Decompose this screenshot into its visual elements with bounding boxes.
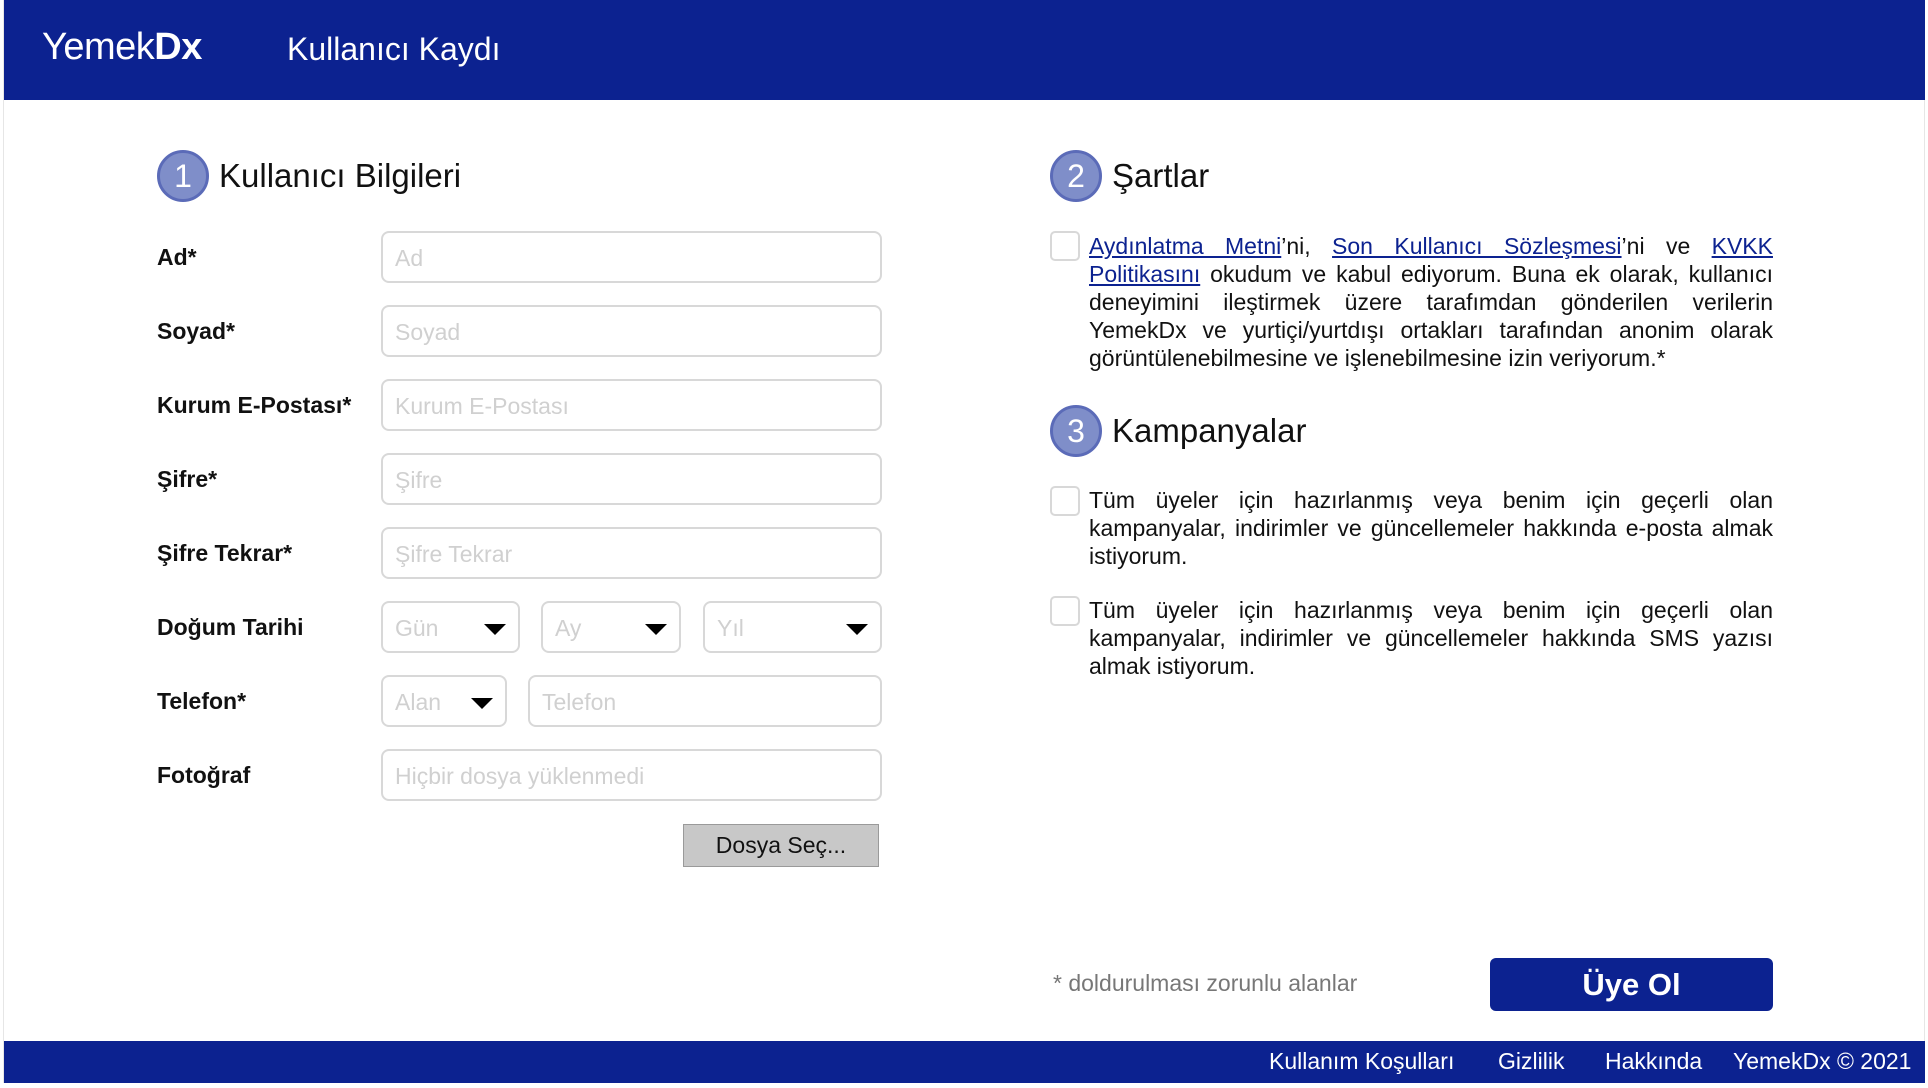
soyad-label: Soyad* (157, 318, 235, 344)
app-header: YemekDx Kullanıcı Kaydı (4, 0, 1925, 100)
birth-year-select[interactable]: Yıl (703, 601, 882, 653)
photo-placeholder: Hiçbir dosya yüklenmedi (395, 763, 645, 789)
page-title: Kullanıcı Kaydı (287, 31, 501, 67)
password-input[interactable]: Şifre (381, 453, 882, 505)
password-label: Şifre* (157, 466, 218, 492)
section-terms-heading: 2 Şartlar (1050, 150, 1209, 202)
email-input[interactable]: Kurum E-Postası (381, 379, 882, 431)
footer-privacy-link[interactable]: Gizlilik (1498, 1048, 1564, 1075)
step-2-badge: 2 (1050, 150, 1102, 202)
birthdate-label: Doğum Tarihi (157, 614, 304, 640)
ad-input[interactable]: Ad (381, 231, 882, 283)
email-label: Kurum E-Postası* (157, 392, 352, 418)
phone-area-select[interactable]: Alan (381, 675, 507, 727)
email-consent-text: Tüm üyeler için hazırlanmış veya benim i… (1089, 487, 1773, 569)
birth-year-placeholder: Yıl (717, 615, 744, 641)
step-1-badge: 1 (157, 150, 209, 202)
password-repeat-label: Şifre Tekrar* (157, 540, 293, 566)
birth-month-placeholder: Ay (555, 615, 582, 641)
birth-day-select[interactable]: Gün (381, 601, 520, 653)
soyad-input[interactable]: Soyad (381, 305, 882, 357)
phone-placeholder: Telefon (542, 689, 617, 715)
chevron-down-icon (484, 624, 506, 635)
sms-consent-text: Tüm üyeler için hazırlanmış veya benim i… (1089, 597, 1773, 679)
required-fields-note: * doldurulması zorunlu alanlar (1053, 970, 1358, 996)
footer-about-link[interactable]: Hakkında (1605, 1048, 1702, 1075)
section-title: Şartlar (1112, 157, 1210, 194)
logo[interactable]: YemekDx (42, 26, 202, 69)
email-placeholder: Kurum E-Postası (395, 393, 569, 419)
ad-placeholder: Ad (395, 245, 424, 271)
section-title: Kullanıcı Bilgileri (219, 157, 462, 194)
chevron-down-icon (471, 698, 493, 709)
register-button[interactable]: Üye Ol (1490, 958, 1773, 1011)
footer-terms-link[interactable]: Kullanım Koşulları (1269, 1048, 1454, 1075)
chevron-down-icon (846, 624, 868, 635)
step-3-badge: 3 (1050, 405, 1102, 457)
ad-label: Ad* (157, 244, 197, 270)
app-footer: Kullanım Koşulları Gizlilik Hakkında Yem… (4, 1041, 1925, 1083)
terms-text: Aydınlatma Metni’ni, Son Kullanıcı Sözle… (1089, 233, 1773, 371)
chevron-down-icon (645, 624, 667, 635)
photo-label: Fotoğraf (157, 762, 251, 788)
choose-file-button[interactable]: Dosya Seç... (683, 824, 879, 867)
phone-label: Telefon* (157, 688, 247, 714)
section-user-info-heading: 1 Kullanıcı Bilgileri (157, 150, 461, 202)
section-campaigns-heading: 3 Kampanyalar (1050, 405, 1306, 457)
email-consent-checkbox[interactable] (1050, 486, 1080, 516)
footer-copyright: YemekDx © 2021 (1733, 1048, 1912, 1074)
sms-consent-checkbox[interactable] (1050, 596, 1080, 626)
password-placeholder: Şifre (395, 467, 443, 493)
photo-file-field[interactable]: Hiçbir dosya yüklenmedi (381, 749, 882, 801)
password-repeat-input[interactable]: Şifre Tekrar (381, 527, 882, 579)
phone-area-placeholder: Alan (395, 689, 442, 715)
password-repeat-placeholder: Şifre Tekrar (395, 541, 513, 567)
privacy-notice-link[interactable]: Aydınlatma Metni (1089, 233, 1281, 259)
soyad-placeholder: Soyad (395, 319, 461, 345)
section-title: Kampanyalar (1112, 412, 1307, 449)
eula-link[interactable]: Son Kullanıcı Sözleşmesi (1332, 233, 1622, 259)
birth-day-placeholder: Gün (395, 615, 439, 641)
phone-input[interactable]: Telefon (528, 675, 882, 727)
terms-checkbox[interactable] (1050, 231, 1080, 261)
birth-month-select[interactable]: Ay (541, 601, 681, 653)
